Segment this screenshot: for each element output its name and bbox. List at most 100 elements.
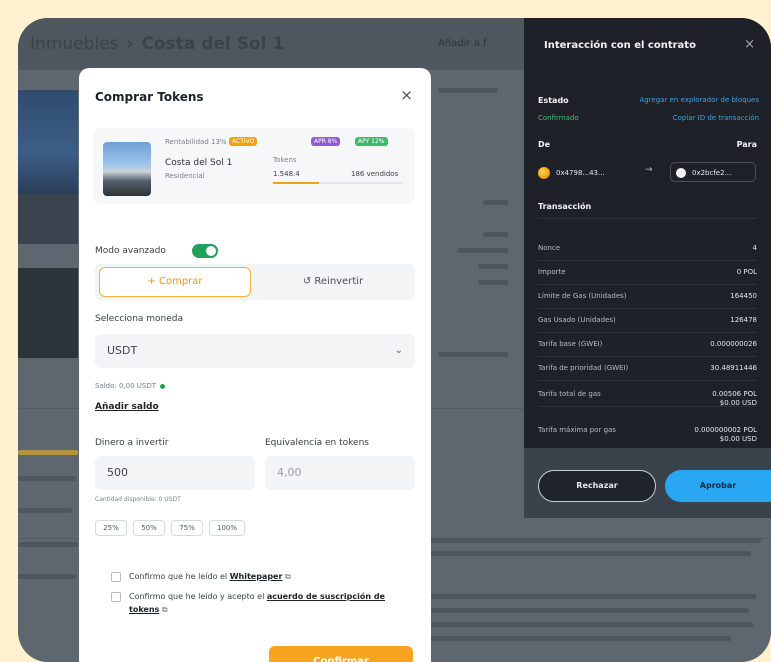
- close-icon[interactable]: ×: [400, 86, 413, 104]
- header-link[interactable]: Añadir a f: [438, 38, 487, 49]
- mode-tabs: + Comprar ↺ Reinvertir: [95, 264, 415, 300]
- divider: [538, 260, 757, 261]
- available-note: Cantidad disponible: 0 USDT: [95, 496, 181, 503]
- percent-100-button[interactable]: 100%: [209, 520, 245, 536]
- background-text-line: [18, 542, 78, 547]
- divider: [538, 308, 757, 309]
- currency-label: Selecciona moneda: [95, 314, 184, 324]
- breadcrumb-prev[interactable]: Inmuebles: [30, 34, 118, 54]
- tx-row-value: 4: [752, 244, 757, 252]
- divider: [538, 284, 757, 285]
- progress-fill: [273, 182, 319, 184]
- tokens-sold: 186 vendidos: [351, 170, 399, 178]
- subscription-confirm-text: Confirmo que he leído y acepto el acuerd…: [129, 592, 385, 614]
- background-text-line: [478, 280, 508, 285]
- divider: [538, 380, 757, 381]
- confirm-button[interactable]: Confirmar: [269, 646, 413, 662]
- tokens-value: 1.548.4: [273, 170, 300, 178]
- background-text-line: [431, 538, 761, 543]
- background-text-line: [478, 264, 508, 269]
- status-label: Estado: [538, 96, 569, 105]
- currency-value: USDT: [107, 344, 138, 357]
- background-text-line: [438, 352, 508, 357]
- equivalence-field: 4,00: [265, 456, 415, 490]
- modal-title: Comprar Tokens: [95, 90, 204, 104]
- property-type: Residencial: [165, 172, 205, 180]
- advanced-mode-toggle[interactable]: [192, 244, 218, 258]
- token-coin-icon: [538, 167, 550, 179]
- background-text-line: [18, 476, 76, 481]
- property-thumbnail-background: [18, 194, 78, 244]
- to-label: Para: [736, 140, 757, 149]
- tx-row-label: Tarifa máxima por gas: [538, 426, 616, 434]
- background-text-line: [431, 551, 751, 556]
- apr-badge: APR 8%: [311, 137, 341, 146]
- reject-button[interactable]: Rechazar: [538, 470, 656, 502]
- tokens-label: Tokens: [273, 156, 297, 164]
- balance-text: Saldo: 0,00 USDT: [95, 382, 166, 390]
- background-text-line: [431, 594, 756, 599]
- copy-tx-id-link[interactable]: Copiar ID de transacción: [673, 114, 759, 122]
- property-card: Rentabilidad 13% ACTIVO APR 8% APY 12% C…: [93, 128, 415, 204]
- amount-input[interactable]: 500: [95, 456, 255, 490]
- explorer-link[interactable]: Agregar en explorador de bloques: [639, 96, 759, 104]
- divider: [538, 332, 757, 333]
- approve-button[interactable]: Aprobar: [665, 470, 771, 502]
- close-icon[interactable]: ×: [744, 37, 755, 52]
- whitepaper-link[interactable]: Whitepaper: [230, 572, 283, 581]
- tx-row-label: Gas Usado (Unidades): [538, 316, 616, 324]
- external-link-icon: ⧉: [161, 605, 168, 614]
- divider: [538, 356, 757, 357]
- tab-buy[interactable]: + Comprar: [99, 267, 251, 297]
- background-text-line: [431, 608, 749, 613]
- from-address[interactable]: 0x4798...43...: [538, 165, 605, 181]
- tx-row-value: 30.48911446: [710, 364, 757, 372]
- chevron-down-icon: ⌄: [394, 345, 403, 356]
- arrow-right-icon: →: [645, 165, 653, 175]
- percent-75-button[interactable]: 75%: [171, 520, 203, 536]
- whitepaper-confirm-text: Confirmo que he leído el Whitepaper ⧉: [129, 572, 291, 581]
- panel-title: Interacción con el contrato: [544, 40, 696, 51]
- background-text-line: [438, 88, 498, 93]
- background-block: [18, 268, 78, 358]
- external-link-icon: ⧉: [284, 572, 291, 581]
- breadcrumb-separator: ›: [126, 34, 134, 54]
- whitepaper-checkbox[interactable]: [111, 572, 121, 582]
- tab-reinvest[interactable]: ↺ Reinvertir: [255, 267, 411, 297]
- from-label: De: [538, 140, 551, 149]
- screen-frame: Inmuebles › Costa del Sol 1 Añadir a f Com…: [18, 18, 771, 662]
- tx-row-label: Nonce: [538, 244, 561, 252]
- currency-select[interactable]: USDT ⌄: [95, 334, 415, 368]
- add-balance-link[interactable]: Añadir saldo: [95, 402, 159, 412]
- buy-tokens-modal: Comprar Tokens × Rentabilidad 13% ACTIVO…: [79, 68, 431, 662]
- transaction-title: Transacción: [538, 202, 592, 211]
- amount-label: Dinero a invertir: [95, 438, 169, 448]
- tx-row-label: Límite de Gas (Unidades): [538, 292, 627, 300]
- equivalence-label: Equivalencia en tokens: [265, 438, 369, 448]
- apy-badge: APY 12%: [355, 137, 388, 146]
- property-photo-background: [18, 90, 78, 194]
- tx-row-label: Tarifa total de gas: [538, 390, 601, 398]
- divider: [538, 218, 757, 219]
- tx-row-value: 0.000000026: [710, 340, 757, 348]
- divider: [538, 406, 757, 407]
- property-thumbnail: [103, 142, 151, 196]
- background-text-line: [18, 508, 72, 513]
- background-highlight: [18, 450, 78, 455]
- subscription-checkbox[interactable]: [111, 592, 121, 602]
- tx-row-label: Tarifa base (GWEI): [538, 340, 603, 348]
- status-value: Confirmado: [538, 114, 579, 122]
- page-title: Costa del Sol 1: [141, 34, 285, 54]
- background-text-line: [483, 232, 508, 237]
- wallet-icon: [676, 168, 686, 178]
- percent-25-button[interactable]: 25%: [95, 520, 127, 536]
- background-text-line: [431, 622, 753, 627]
- tx-row-value: 0.000000002 POL $0.00 USD: [694, 426, 757, 443]
- status-badge: ACTIVO: [229, 137, 258, 146]
- percent-50-button[interactable]: 50%: [133, 520, 165, 536]
- background-text-line: [431, 636, 731, 641]
- profitability-text: Rentabilidad 13%: [165, 138, 227, 146]
- advanced-mode-label: Modo avanzado: [95, 246, 166, 256]
- status-dot-icon: [160, 383, 166, 389]
- background-text-line: [483, 200, 508, 205]
